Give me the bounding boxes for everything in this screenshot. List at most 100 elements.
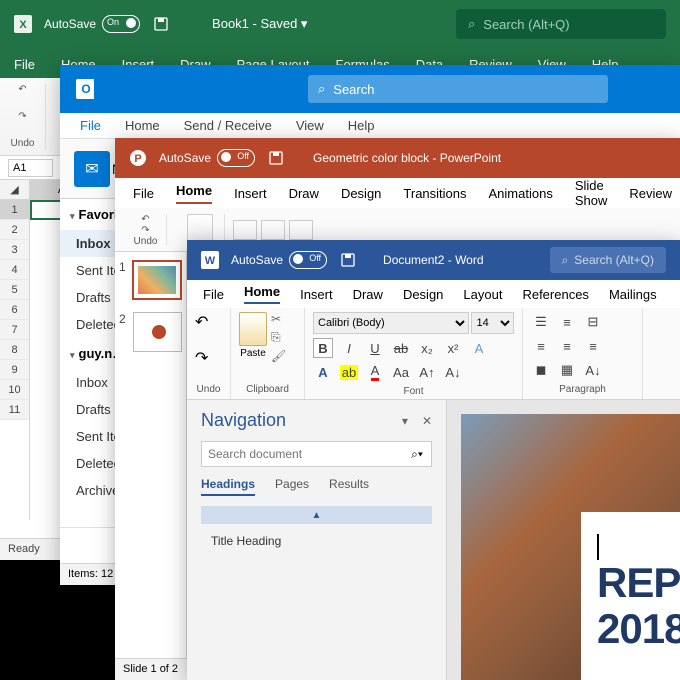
reset-icon[interactable] <box>289 220 313 240</box>
search-icon[interactable]: ⌕▾ <box>403 442 431 466</box>
tab-review[interactable]: Review <box>629 186 672 201</box>
change-case-button[interactable]: Aa <box>391 362 411 382</box>
new-slide-icon[interactable] <box>233 220 257 240</box>
row-header[interactable]: 1 <box>0 200 29 220</box>
search-box[interactable]: ⌕ Search (Alt+Q) <box>456 9 666 39</box>
redo-icon[interactable]: ↷ <box>18 111 26 122</box>
tab-help[interactable]: Help <box>348 118 375 133</box>
select-all-corner[interactable]: ◢ <box>0 180 29 200</box>
layout-icon[interactable] <box>261 220 285 240</box>
tab-draw[interactable]: Draw <box>353 287 383 302</box>
row-header[interactable]: 10 <box>0 380 29 400</box>
paste-icon[interactable] <box>187 214 213 242</box>
font-color-button[interactable]: A <box>365 362 385 382</box>
nav-tab-results[interactable]: Results <box>329 477 369 496</box>
format-painter-icon[interactable]: 🖌 <box>271 349 286 363</box>
undo-icon[interactable]: ↶ <box>195 312 222 332</box>
nav-jump-bar[interactable]: ▲ <box>201 506 432 524</box>
save-icon[interactable] <box>267 149 285 167</box>
document-title[interactable]: Geometric color block - PowerPoint <box>313 151 501 165</box>
row-header[interactable]: 2 <box>0 220 29 240</box>
row-header[interactable]: 11 <box>0 400 29 420</box>
redo-icon[interactable]: ↷ <box>195 348 222 368</box>
italic-button[interactable]: I <box>339 338 359 358</box>
autosave-toggle[interactable]: AutoSave Off <box>231 251 327 269</box>
name-box[interactable] <box>8 159 53 177</box>
tab-file[interactable]: File <box>10 51 39 78</box>
row-header[interactable]: 8 <box>0 340 29 360</box>
nav-search-input[interactable] <box>202 442 403 466</box>
nav-tab-headings[interactable]: Headings <box>201 477 255 496</box>
borders-button[interactable]: ▦ <box>557 360 577 380</box>
document-title[interactable]: Document2 - Word <box>383 253 483 267</box>
tab-insert[interactable]: Insert <box>234 186 267 201</box>
tab-insert[interactable]: Insert <box>300 287 333 302</box>
multilevel-button[interactable]: ⊟ <box>583 312 603 332</box>
text-effects-button[interactable]: A <box>469 338 489 358</box>
row-header[interactable]: 4 <box>0 260 29 280</box>
redo-icon[interactable]: ↷ <box>141 225 149 236</box>
strike-button[interactable]: ab <box>391 338 411 358</box>
save-icon[interactable] <box>152 15 170 33</box>
autosave-toggle[interactable]: AutoSave On <box>44 15 140 33</box>
close-icon[interactable]: ✕ <box>422 414 432 428</box>
bold-button[interactable]: B <box>313 338 333 358</box>
align-right-button[interactable]: ≡ <box>583 336 603 356</box>
undo-icon[interactable]: ↶ <box>141 214 149 225</box>
tab-design[interactable]: Design <box>341 186 381 201</box>
document-area[interactable]: REPORT TITLEREPO 2018 <box>447 400 680 680</box>
undo-icon[interactable]: ↶ <box>18 84 26 95</box>
row-header[interactable]: 7 <box>0 320 29 340</box>
underline-button[interactable]: U <box>365 338 385 358</box>
row-header[interactable]: 3 <box>0 240 29 260</box>
new-mail-button[interactable]: ✉ <box>74 151 110 187</box>
font-size-select[interactable]: 14 <box>471 312 514 334</box>
tab-file[interactable]: File <box>133 186 154 201</box>
title-text-box[interactable]: REPORT TITLEREPO 2018 <box>581 512 680 680</box>
bullets-button[interactable]: ☰ <box>531 312 551 332</box>
numbering-button[interactable]: ≡ <box>557 312 577 332</box>
tab-references[interactable]: References <box>522 287 588 302</box>
page[interactable]: REPORT TITLEREPO 2018 <box>461 414 680 680</box>
tab-slideshow[interactable]: Slide Show <box>575 178 608 208</box>
subscript-button[interactable]: x₂ <box>417 338 437 358</box>
search-box[interactable]: ⌕ Search <box>308 75 608 103</box>
row-header[interactable]: 9 <box>0 360 29 380</box>
save-icon[interactable] <box>339 251 357 269</box>
paste-button[interactable]: Paste <box>239 312 267 363</box>
tab-file[interactable]: File <box>80 118 101 133</box>
slide-thumb[interactable]: 2 <box>119 312 182 352</box>
nav-heading-item[interactable]: Title Heading <box>201 530 432 552</box>
font-name-select[interactable]: Calibri (Body) <box>313 312 469 334</box>
tab-animations[interactable]: Animations <box>489 186 553 201</box>
tab-layout[interactable]: Layout <box>463 287 502 302</box>
shading-button[interactable]: ◼ <box>531 360 551 380</box>
autosave-toggle[interactable]: AutoSave Off <box>159 149 255 167</box>
tab-home[interactable]: Home <box>125 118 160 133</box>
row-header[interactable]: 6 <box>0 300 29 320</box>
tab-file[interactable]: File <box>203 287 224 302</box>
document-title[interactable]: Book1 - Saved ▾ <box>212 16 307 32</box>
nav-tab-pages[interactable]: Pages <box>275 477 309 496</box>
tab-view[interactable]: View <box>296 118 324 133</box>
grow-font-button[interactable]: A↑ <box>417 362 437 382</box>
row-header[interactable]: 5 <box>0 280 29 300</box>
align-left-button[interactable]: ≡ <box>531 336 551 356</box>
superscript-button[interactable]: x² <box>443 338 463 358</box>
align-center-button[interactable]: ≡ <box>557 336 577 356</box>
tab-design[interactable]: Design <box>403 287 443 302</box>
nav-search[interactable]: ⌕▾ <box>201 441 432 467</box>
shrink-font-button[interactable]: A↓ <box>443 362 463 382</box>
tab-draw[interactable]: Draw <box>289 186 319 201</box>
tab-home[interactable]: Home <box>244 284 280 304</box>
sort-button[interactable]: A↓ <box>583 360 603 380</box>
tab-home[interactable]: Home <box>176 183 212 204</box>
text-effects-icon[interactable]: A <box>313 362 333 382</box>
copy-icon[interactable]: ⎘ <box>271 330 286 345</box>
tab-transitions[interactable]: Transitions <box>403 186 466 201</box>
search-box[interactable]: ⌕ Search (Alt+Q) <box>550 247 666 273</box>
highlight-button[interactable]: ab <box>339 362 359 382</box>
slide-thumb[interactable]: 1 <box>119 260 182 300</box>
cut-icon[interactable]: ✂ <box>271 312 286 326</box>
tab-mailings[interactable]: Mailings <box>609 287 657 302</box>
